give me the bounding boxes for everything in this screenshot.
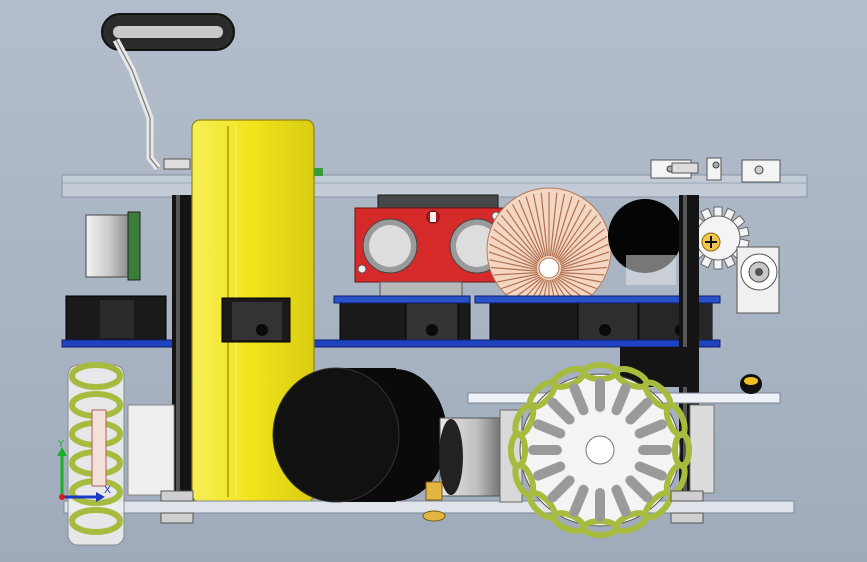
omni-roller xyxy=(581,362,619,382)
left-motor xyxy=(85,211,141,281)
omni-slot xyxy=(595,378,605,412)
triad-y-label: Y xyxy=(57,439,65,450)
mecanum-wheel-icon xyxy=(67,362,125,546)
left-bottom-block xyxy=(127,404,175,496)
coil-icon xyxy=(486,187,612,313)
omni-roller xyxy=(581,518,619,538)
upper-black-motor xyxy=(608,199,682,285)
top-plate xyxy=(61,174,808,198)
triad-x-label: X xyxy=(104,485,111,496)
omni-slot xyxy=(638,445,672,455)
omni-slot xyxy=(595,488,605,522)
omni-slot xyxy=(528,445,562,455)
cad-viewport[interactable]: Y X xyxy=(0,0,867,562)
button-icon xyxy=(740,374,762,394)
